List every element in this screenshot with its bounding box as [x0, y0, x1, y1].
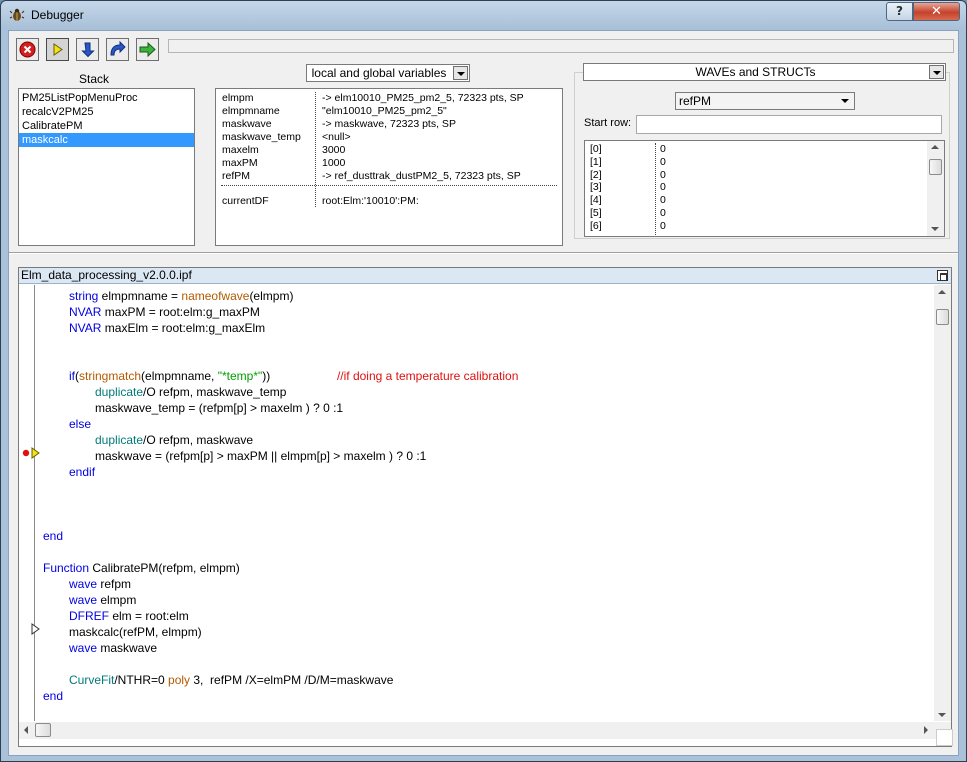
start-row-label: Start row: [584, 117, 632, 129]
current-line-arrow-icon [31, 447, 40, 459]
code-horizontal-scrollbar[interactable] [19, 722, 951, 739]
code-line-current: maskwave = (refpm[p] > maxPM || elmpm[p]… [95, 449, 427, 463]
window-title: Debugger [31, 8, 84, 22]
bug-icon [9, 8, 25, 21]
maximize-icon[interactable] [937, 270, 948, 281]
code-line: duplicate/O refpm, maskwave [95, 433, 254, 447]
code-line: DFREF elm = root:elm [69, 609, 189, 623]
stop-icon [19, 41, 36, 58]
step-over-icon [110, 41, 126, 56]
code-line: Function CalibratePM(refpm, elmpm) [43, 561, 240, 575]
step-over-button[interactable] [106, 38, 129, 61]
chevron-down-icon[interactable] [838, 94, 853, 108]
variables-scope-value: local and global variables [311, 66, 447, 80]
pane-splitter[interactable] [9, 252, 958, 254]
code-file-name: Elm_data_processing_v2.0.0.ipf [21, 268, 192, 282]
step-out-button[interactable] [136, 38, 159, 61]
title-bar[interactable]: Debugger ? ✕ [1, 1, 966, 29]
scroll-up-icon[interactable] [938, 290, 946, 294]
code-line: duplicate/O refpm, maskwave_temp [95, 385, 287, 399]
breakpoint-gutter[interactable] [19, 285, 40, 721]
scroll-thumb[interactable] [35, 723, 51, 737]
scroll-thumb[interactable] [936, 309, 949, 325]
scroll-left-icon[interactable] [24, 726, 28, 734]
chevron-down-icon[interactable] [453, 66, 468, 80]
wave-data-table[interactable]: [0] 0 [1] 0 [2] 0 [3] 0 [4] 0 [5] 0 [6] 0 [584, 140, 945, 237]
stack-item[interactable]: recalcV2PM25 [19, 105, 194, 119]
scroll-right-icon[interactable] [924, 726, 928, 734]
variables-scope-dropdown[interactable]: local and global variables [306, 64, 470, 82]
code-line: else [69, 417, 92, 431]
start-row-input[interactable] [636, 115, 942, 134]
status-strip [168, 39, 954, 53]
code-vertical-scrollbar[interactable] [934, 285, 951, 721]
debugger-client-area: Stack PM25ListPopMenuProc recalcV2PM25 C… [8, 30, 959, 756]
wave-table-scrollbar[interactable] [927, 141, 944, 236]
column-divider [655, 143, 656, 235]
resize-grip[interactable] [936, 729, 953, 746]
code-line: endif [69, 465, 96, 479]
code-line: if(stringmatch(elmpmname, "*temp*")) //i… [69, 369, 519, 383]
go-button[interactable] [46, 38, 69, 61]
code-line: NVAR maxElm = root:elm:g_maxElm [69, 321, 266, 335]
code-text[interactable]: string elmpmname = nameofwave(elmpm) NVA… [43, 288, 931, 703]
wave-select-dropdown[interactable]: refPM [675, 92, 855, 110]
go-arrow-icon [53, 43, 63, 56]
code-line: wave refpm [69, 577, 132, 591]
code-line: maskwave_temp = (refpm[p] > maxelm ) ? 0… [95, 401, 344, 415]
variables-list[interactable]: elmpm -> elm10010_PM25_pm2_5, 72323 pts, … [215, 88, 563, 246]
stack-label: Stack [79, 72, 110, 86]
close-button[interactable]: ✕ [913, 2, 960, 21]
code-file-title: Elm_data_processing_v2.0.0.ipf [19, 268, 951, 284]
stack-item[interactable]: PM25ListPopMenuProc [19, 91, 194, 105]
scroll-down-icon[interactable] [938, 713, 946, 717]
code-line: wave elmpm [69, 593, 137, 607]
code-line: wave maskwave [69, 641, 158, 655]
column-divider [315, 92, 316, 207]
code-line: NVAR maxPM = root:elm:g_maxPM [69, 305, 260, 319]
globals-divider [221, 185, 557, 186]
waves-type-value: WAVEs and STRUCTs [695, 65, 816, 79]
stack-list[interactable]: PM25ListPopMenuProc recalcV2PM25 Calibra… [18, 88, 195, 246]
code-line: end [43, 529, 64, 543]
procedure-code-pane[interactable]: Elm_data_processing_v2.0.0.ipf string el… [18, 267, 952, 747]
code-line: CurveFit/NTHR=0 poly 3, refPM /X=elmPM /… [69, 673, 394, 687]
scroll-down-icon[interactable] [931, 227, 939, 231]
step-into-icon [81, 42, 95, 58]
debugger-window: Debugger ? ✕ Stack PM25ListPopMenuProc r… [0, 0, 967, 762]
stack-item-selected[interactable]: maskcalc [19, 133, 194, 147]
code-line-caller: maskcalc(refPM, elmpm) [69, 625, 202, 639]
wave-select-value: refPM [679, 94, 712, 108]
waves-type-dropdown[interactable]: WAVEs and STRUCTs [583, 63, 946, 81]
stack-item[interactable]: CalibratePM [19, 119, 194, 133]
scroll-up-icon[interactable] [931, 145, 939, 149]
scroll-thumb[interactable] [929, 159, 942, 175]
step-out-icon [139, 41, 156, 58]
stop-button[interactable] [16, 38, 39, 61]
step-into-button[interactable] [76, 38, 99, 61]
caller-line-arrow-icon [31, 623, 40, 635]
code-line: end [43, 689, 64, 703]
help-button[interactable]: ? [886, 2, 913, 21]
chevron-down-icon[interactable] [929, 65, 944, 79]
code-line: string elmpmname = nameofwave(elmpm) [69, 289, 294, 303]
